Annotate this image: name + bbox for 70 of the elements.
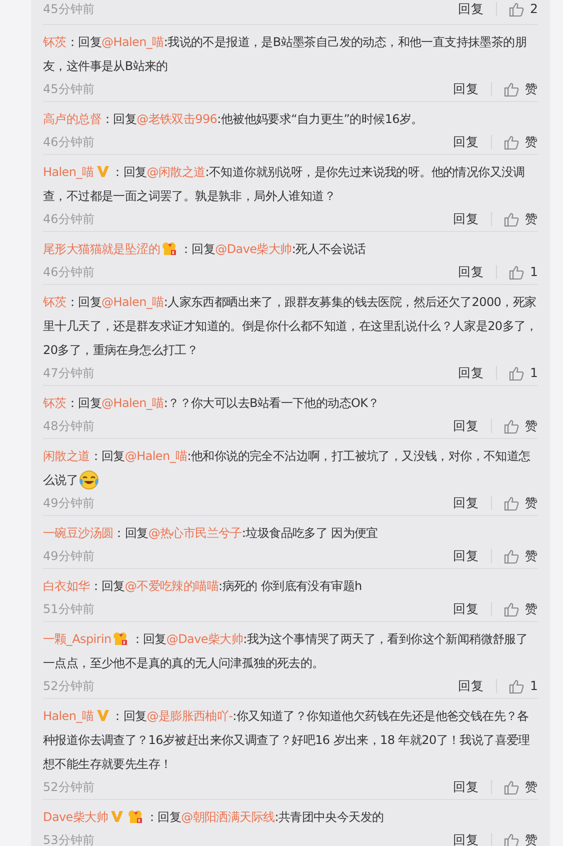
crown-icon — [162, 241, 178, 256]
like-count[interactable]: 赞 — [525, 132, 538, 152]
crown-icon — [128, 809, 144, 824]
reply-button[interactable]: 回复 — [453, 132, 479, 152]
thumbs-up-icon[interactable] — [504, 82, 519, 96]
timestamp: 53分钟前 — [43, 832, 94, 846]
comment-text: 钚茨：回复@Halen_喵:？？你大可以去B站看一下他的动态OK？ — [43, 395, 380, 412]
comment-text: 一碗豆沙汤圆：回复@热心市民兰兮子:垃圾食品吃多了 因为便宜 — [43, 525, 379, 542]
reply-button[interactable]: 回复 — [453, 416, 479, 436]
thumbs-up-icon[interactable] — [504, 134, 519, 150]
comment-text: Halen_喵 ：回复@是膨胀西柚吖-:你又知道了？你知道他欠药钱在先还是他爸交钱在先？各种报道你去调查了？16岁被赶出来你又调查了？好吧16 岁出来，18 年就20了！我说了喜爱理想不能生存就要先生存！ — [43, 708, 531, 773]
thumbs-up-icon[interactable] — [504, 780, 519, 794]
timestamp: 45分钟前 — [43, 1, 94, 18]
like-count[interactable]: 1 — [530, 676, 538, 696]
thumbs-up-icon[interactable] — [504, 212, 519, 226]
comment-text: 白衣如华：回复@不爱吃辣的喵喵:病死的 你到底有没有审题h — [43, 578, 363, 595]
comment-text: 高卢的总督：回复@老铁双击996:他被他妈要求“自力更生”的时候16岁。 — [43, 111, 424, 128]
timestamp: 48分钟前 — [43, 418, 94, 435]
like-count[interactable]: 赞 — [525, 830, 538, 846]
verified-icon — [96, 709, 110, 722]
like-count[interactable]: 1 — [530, 262, 538, 282]
thumbs-up-icon[interactable] — [509, 678, 524, 694]
reply-button[interactable]: 回复 — [453, 830, 479, 846]
timestamp: 52分钟前 — [43, 678, 94, 695]
thumbs-up-icon[interactable] — [509, 264, 524, 280]
comment-text: 钚茨：回复@Halen_喵:人家东西都晒出来了，跟群友募集的钱去医院，然后还欠了2000，死家里十几天了，还是群友求证才知道的。倒是你什么都不知道，在这里乱说什么？人家是20多了，20多了，重病在身怎么打工？ — [43, 294, 538, 359]
comment-text: 闲散之道：回复@Halen_喵:他和你说的完全不沾边啊，打工被坑了，又没钱，对你，不知道怎么说了 — [43, 444, 538, 492]
timestamp: 47分钟前 — [43, 365, 94, 382]
like-count[interactable]: 赞 — [525, 210, 538, 228]
crown-icon — [113, 631, 130, 646]
like-count[interactable]: 赞 — [525, 416, 538, 436]
like-count[interactable]: 1 — [530, 364, 538, 382]
verified-icon — [110, 810, 124, 823]
like-count[interactable]: 2 — [530, 0, 538, 18]
timestamp: 51分钟前 — [43, 601, 94, 618]
comment-text: Dave柴大帅 ：回复@朝阳洒满天际线:共青团中央今天发的 — [43, 808, 385, 826]
reply-button[interactable]: 回复 — [458, 676, 484, 696]
thumbs-up-icon[interactable] — [504, 548, 519, 564]
reply-button[interactable]: 回复 — [453, 80, 479, 98]
reply-button[interactable]: 回复 — [458, 262, 484, 282]
timestamp: 45分钟前 — [43, 81, 94, 98]
comment-text: 一颗_Aspirin ：回复@Dave柴大帅:我为这个事情哭了两天了，看到你这个新闻稍微舒服了一点点，至少他不是真的真的无人问津孤独的死去的。 — [43, 630, 529, 672]
reply-button[interactable]: 回复 — [458, 0, 484, 18]
like-count[interactable]: 赞 — [525, 80, 538, 98]
timestamp: 49分钟前 — [43, 548, 94, 565]
comment-text: Halen_喵 ：回复@闲散之道:不知道你就别说呀，是你先过来说我的呀。他的情况你又没调查，不过都是一面之词罢了。孰是孰非，局外人谁知道？ — [43, 164, 526, 205]
thumbs-up-icon[interactable] — [509, 366, 524, 380]
thumbs-up-icon[interactable] — [504, 602, 519, 616]
timestamp: 46分钟前 — [43, 134, 94, 151]
reply-button[interactable]: 回复 — [453, 210, 479, 228]
reply-button[interactable]: 回复 — [453, 778, 479, 796]
timestamp: 52分钟前 — [43, 779, 94, 796]
timestamp: 46分钟前 — [43, 211, 94, 228]
thumbs-up-icon[interactable] — [509, 2, 524, 16]
verified-icon — [96, 165, 110, 178]
reply-button[interactable]: 回复 — [458, 364, 484, 382]
thumbs-up-icon[interactable] — [504, 418, 519, 434]
like-count[interactable]: 赞 — [525, 778, 538, 796]
like-count[interactable]: 赞 — [525, 600, 538, 618]
timestamp: 49分钟前 — [43, 495, 94, 512]
reply-button[interactable]: 回复 — [453, 494, 479, 512]
reply-button[interactable]: 回复 — [453, 600, 479, 618]
comment-text: 钚茨：回复@Halen_喵:我说的不是报道，是B站墨茶自己发的动态，和他一直支持抹墨茶的朋友，这件事是从B站来的 — [43, 34, 528, 75]
like-count[interactable]: 赞 — [525, 546, 538, 566]
comment-text: 尾形大猫猫就是坠涩的 ：回复@Dave柴大帅:死人不会说话 — [43, 240, 367, 258]
reply-button[interactable]: 回复 — [453, 546, 479, 566]
thumbs-up-icon[interactable] — [504, 496, 519, 510]
timestamp: 46分钟前 — [43, 264, 94, 281]
thumbs-up-icon[interactable] — [504, 832, 519, 846]
like-count[interactable]: 赞 — [525, 494, 538, 512]
